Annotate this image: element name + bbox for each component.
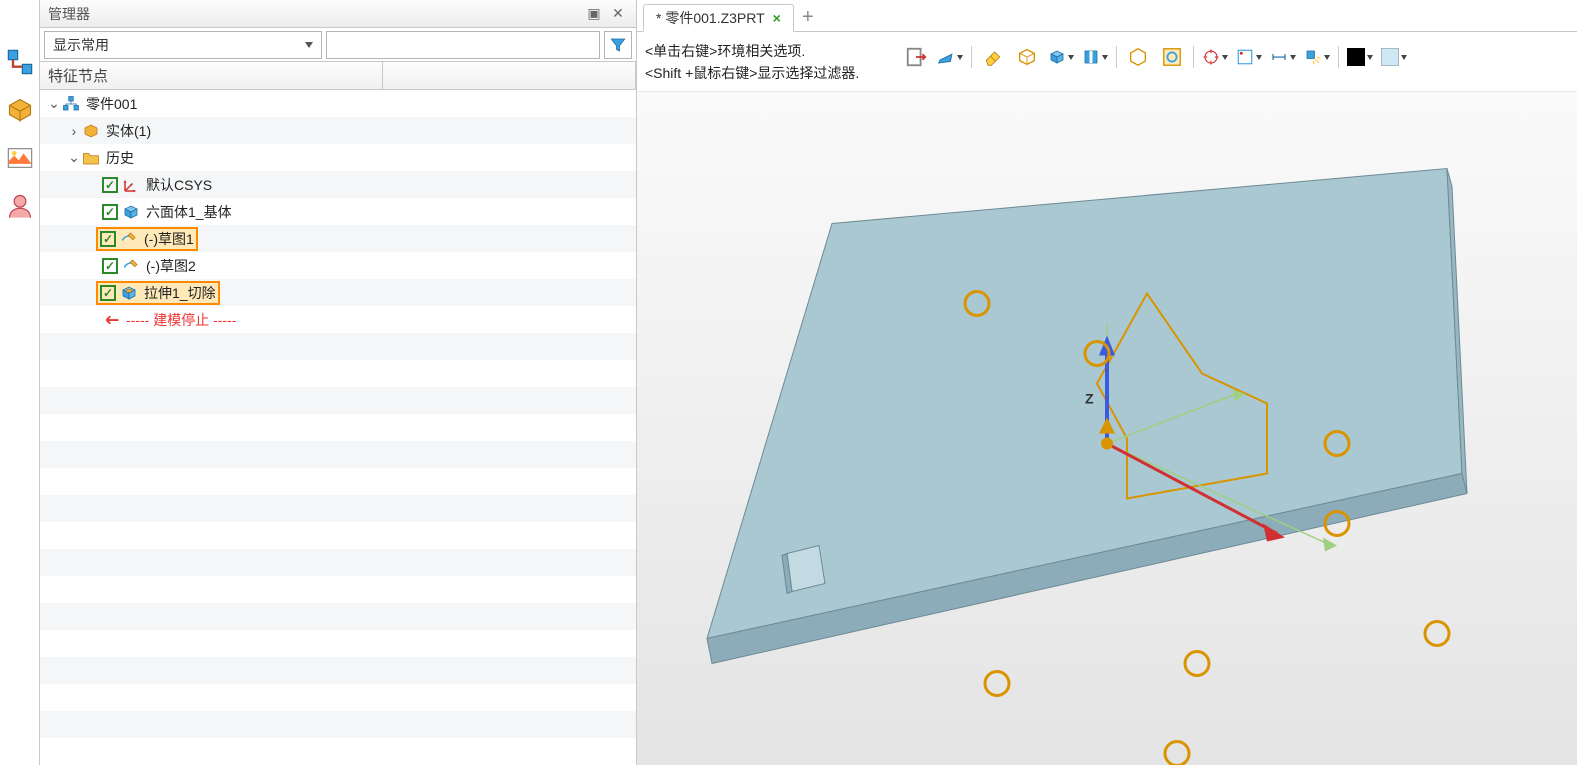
toolbar-separator [1193,46,1194,68]
panel-title: 管理器 [48,4,90,24]
tool-wireframe-box-icon[interactable] [1014,44,1040,70]
hint-line-2: <Shift +鼠标右键>显示选择过滤器. [645,62,903,84]
tree-stop-marker[interactable]: ----- 建模停止 ----- [40,306,636,333]
tool-color-swatch-black[interactable] [1347,44,1373,70]
tree-root-label: 零件001 [86,94,137,114]
chevron-down-icon [1401,55,1407,60]
toolbar-separator [971,46,972,68]
tool-eraser-icon[interactable] [980,44,1006,70]
assembly-icon [62,95,80,113]
chevron-down-icon [1324,55,1330,60]
tree-stop-label: ----- 建模停止 ----- [126,310,236,330]
folder-icon [82,149,100,167]
tool-light-icon[interactable] [1304,44,1330,70]
extrude-cut-icon [120,284,138,302]
stop-arrow-icon [102,311,120,329]
visibility-checkbox[interactable] [102,258,118,274]
chevron-down-icon [1367,55,1373,60]
tool-hex-wire-icon[interactable] [1125,44,1151,70]
tree-item-label: (-)草图2 [146,256,196,276]
expand-icon[interactable]: › [66,123,82,139]
panel-title-bar: 管理器 ▣ ✕ [40,0,636,28]
tool-shaded-box-icon[interactable] [1048,44,1074,70]
chevron-down-icon [1068,55,1074,60]
chevron-down-icon [305,42,313,48]
tree-history-label: 历史 [106,148,134,168]
add-tab-button[interactable]: + [794,3,822,31]
visibility-checkbox[interactable] [102,177,118,193]
tool-color-swatch-light[interactable] [1381,44,1407,70]
tree-item-label: 六面体1_基体 [146,202,232,222]
sidetab-image-icon[interactable] [0,134,40,182]
tree-item-sketch1[interactable]: (-)草图1 [40,225,636,252]
close-tab-icon[interactable]: × [773,10,781,26]
collapse-icon[interactable]: ⌄ [46,96,62,112]
filter-combo[interactable]: 显示常用 [44,31,322,59]
close-panel-icon[interactable]: ✕ [608,4,628,24]
chevron-down-icon [957,55,963,60]
sidetab-user-icon[interactable] [0,182,40,230]
document-tab-bar: * 零件001.Z3PRT × + [637,0,1577,32]
sidetab-tree-icon[interactable] [0,38,40,86]
tool-corner-point-icon[interactable] [1236,44,1262,70]
minimize-panel-icon[interactable]: ▣ [584,4,604,24]
toolbar-separator [1338,46,1339,68]
solid-icon [82,122,100,140]
viewport-3d[interactable]: Z [637,92,1577,765]
tree-item-label: (-)草图1 [144,229,194,249]
sketch-icon [122,257,140,275]
visibility-checkbox[interactable] [100,285,116,301]
document-tab[interactable]: * 零件001.Z3PRT × [643,4,794,32]
column-header-2[interactable] [383,62,636,89]
tree-item-csys[interactable]: 默认CSYS [40,171,636,198]
tool-tilt-plane-icon[interactable] [937,44,963,70]
collapse-icon[interactable]: ⌄ [66,150,82,166]
context-hints: <单击右键>环境相关选项. <Shift +鼠标右键>显示选择过滤器. [645,36,903,84]
filter-combo-label: 显示常用 [53,35,109,55]
search-input[interactable] [326,31,600,59]
tool-section-view-icon[interactable] [1082,44,1108,70]
tree-root[interactable]: ⌄ 零件001 [40,90,636,117]
tree-history[interactable]: ⌄ 历史 [40,144,636,171]
tool-target-icon[interactable] [1202,44,1228,70]
column-header[interactable]: 特征节点 [40,62,383,89]
view-toolbar: <单击右键>环境相关选项. <Shift +鼠标右键>显示选择过滤器. [637,32,1577,92]
tree-item-label: 默认CSYS [146,175,212,195]
document-tab-label: * 零件001.Z3PRT [656,8,765,28]
tree-item-extrude-cut[interactable]: 拉伸1_切除 [40,279,636,306]
visibility-checkbox[interactable] [100,231,116,247]
feature-tree: ⌄ 零件001 › 实体(1) ⌄ [40,90,636,765]
csys-icon [122,176,140,194]
sidetab-box-icon[interactable] [0,86,40,134]
tree-item-sketch2[interactable]: (-)草图2 [40,252,636,279]
tree-item-hexahedron[interactable]: 六面体1_基体 [40,198,636,225]
sketch-icon [120,230,138,248]
axis-label-z: Z [1085,391,1094,407]
visibility-checkbox[interactable] [102,204,118,220]
tree-item-label: 拉伸1_切除 [144,283,216,303]
chevron-down-icon [1256,55,1262,60]
tool-dimension-icon[interactable] [1270,44,1296,70]
tree-solids[interactable]: › 实体(1) [40,117,636,144]
cube-icon [122,203,140,221]
filter-funnel-button[interactable] [604,31,632,59]
chevron-down-icon [1102,55,1108,60]
side-tab-strip [0,0,40,765]
chevron-down-icon [1290,55,1296,60]
hint-line-1: <单击右键>环境相关选项. [645,40,903,62]
tree-solids-label: 实体(1) [106,121,151,141]
chevron-down-icon [1222,55,1228,60]
toolbar-separator [1116,46,1117,68]
tool-select-face-icon[interactable] [1159,44,1185,70]
tool-exit-icon[interactable] [903,44,929,70]
